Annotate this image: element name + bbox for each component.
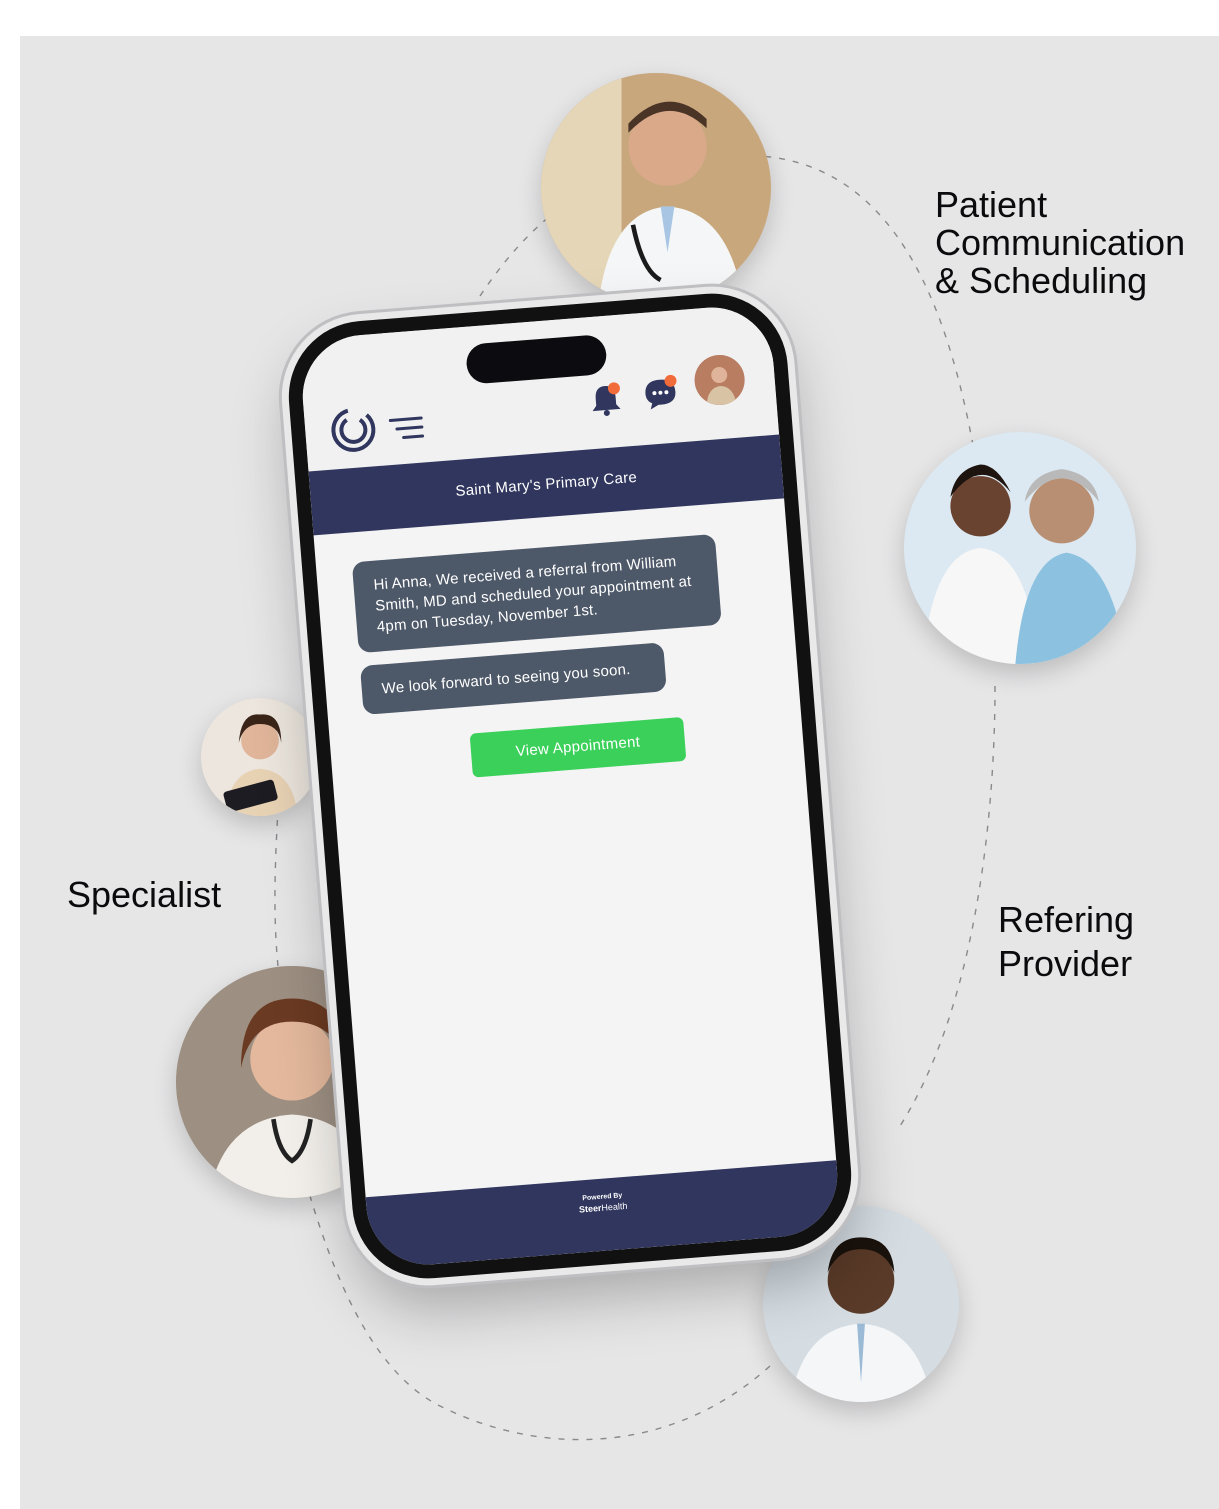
chat-icon[interactable] xyxy=(640,372,681,413)
brand-bold: Steer xyxy=(578,1202,602,1215)
user-avatar[interactable] xyxy=(692,353,747,407)
doctor-patient-avatar xyxy=(904,432,1136,664)
label-line: Provider xyxy=(998,943,1133,984)
brand-light: Health xyxy=(601,1200,628,1213)
referring-provider-label: Refering Provider xyxy=(998,898,1134,986)
label-line: Refering xyxy=(998,899,1135,940)
menu-icon[interactable] xyxy=(388,414,428,443)
specialist-label: Specialist xyxy=(67,874,222,915)
specialist-avatar-small xyxy=(201,698,319,816)
logo-icon[interactable] xyxy=(328,404,380,456)
bell-icon[interactable] xyxy=(588,381,623,417)
label-line: Communication xyxy=(935,222,1186,263)
phone-body: Saint Mary's Primary Care Hi Anna, We re… xyxy=(283,287,857,1285)
patient-communication-label: Patient Communication & Scheduling xyxy=(935,186,1185,300)
message-bubble: Hi Anna, We received a referral from Wil… xyxy=(351,533,722,654)
phone-screen: Saint Mary's Primary Care Hi Anna, We re… xyxy=(298,302,842,1270)
view-appointment-button[interactable]: View Appointment xyxy=(469,716,687,778)
label-line: & Scheduling xyxy=(935,260,1148,301)
doctor-avatar-top xyxy=(541,73,771,303)
message-bubble: We look forward to seeing you soon. xyxy=(359,642,667,715)
label-line: Patient xyxy=(935,184,1048,225)
message-thread: Hi Anna, We received a referral from Wil… xyxy=(314,498,837,1197)
stage: Patient Communication & Scheduling Speci… xyxy=(20,36,1219,1509)
